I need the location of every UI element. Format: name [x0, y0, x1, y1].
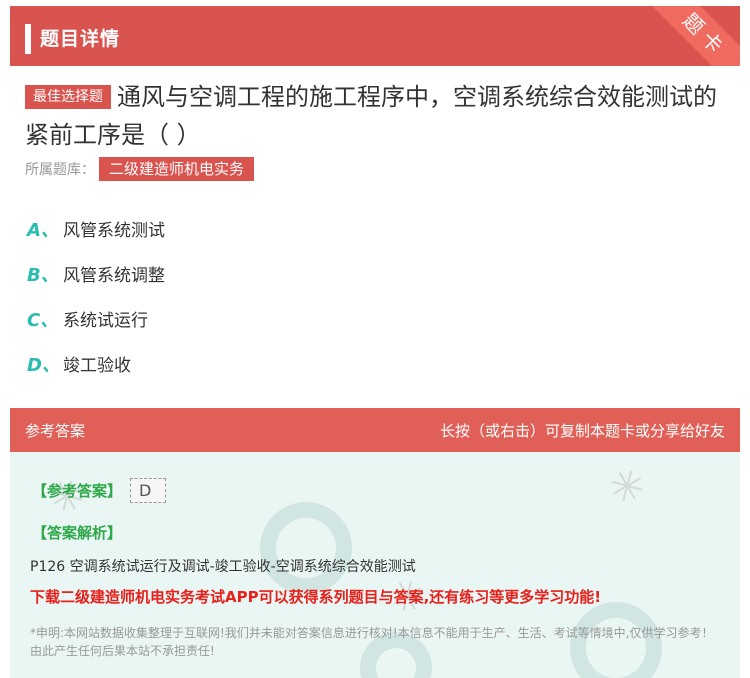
option-letter: A、	[27, 219, 59, 241]
option-text: 风管系统调整	[63, 266, 165, 286]
option-b[interactable]: B、 风管系统调整	[27, 251, 165, 296]
disclaimer-text: *申明:本网站数据收集整理于互联网!我们并未能对答案信息进行核对!本信息不能用于…	[30, 626, 714, 658]
analysis-label: 【答案解析】	[32, 524, 123, 542]
reference-answer-row: 【参考答案】 D	[32, 478, 167, 503]
header-bar: 题目详情 题卡	[10, 6, 740, 66]
answer-header: 参考答案 长按（或右击）可复制本题卡或分享给好友	[10, 408, 740, 452]
analysis-text: P126 空调系统试运行及调试-竣工验收-空调系统综合效能测试	[30, 559, 416, 575]
option-text: 风管系统测试	[63, 221, 165, 241]
question-text: 通风与空调工程的施工程序中，空调系统综合效能测试的紧前工序是（ ）	[25, 83, 717, 149]
corner-ribbon: 题卡	[647, 6, 740, 66]
reference-answer-value: D	[130, 478, 167, 503]
watermark-glyph-icon: ✳	[600, 456, 656, 517]
option-letter: B、	[27, 264, 59, 286]
watermark-ring-icon	[260, 502, 352, 594]
app-promo-link[interactable]: 下载二级建造师机电实务考试APP可以获得系列题目与答案,还有练习等更多学习功能!	[30, 586, 601, 607]
bank-label: 所属题库：	[25, 162, 95, 178]
answer-header-title: 参考答案	[25, 422, 86, 440]
question-block: 最佳选择题 通风与空调工程的施工程序中，空调系统综合效能测试的紧前工序是（ ）	[25, 78, 725, 154]
option-text: 竣工验收	[63, 356, 131, 376]
option-a[interactable]: A、 风管系统测试	[27, 206, 165, 251]
share-hint: 长按（或右击）可复制本题卡或分享给好友	[439, 422, 725, 440]
option-c[interactable]: C、 系统试运行	[27, 296, 165, 341]
question-type-badge: 最佳选择题	[25, 85, 111, 109]
bank-tag[interactable]: 二级建造师机电实务	[99, 157, 255, 181]
option-letter: D、	[27, 354, 60, 376]
reference-answer-label: 【参考答案】	[32, 482, 123, 500]
option-letter: C、	[27, 309, 59, 331]
page-title: 题目详情	[40, 28, 121, 50]
option-text: 系统试运行	[63, 311, 148, 331]
options-list: A、 风管系统测试 B、 风管系统调整 C、 系统试运行 D、 竣工验收	[27, 206, 165, 386]
bank-row: 所属题库： 二级建造师机电实务	[25, 157, 255, 183]
option-d[interactable]: D、 竣工验收	[27, 341, 165, 386]
answer-body: ✳ ✳ ✳ 【参考答案】 D 【答案解析】 P126 空调系统试运行及调试-竣工…	[10, 452, 740, 678]
header-marker	[25, 24, 31, 54]
